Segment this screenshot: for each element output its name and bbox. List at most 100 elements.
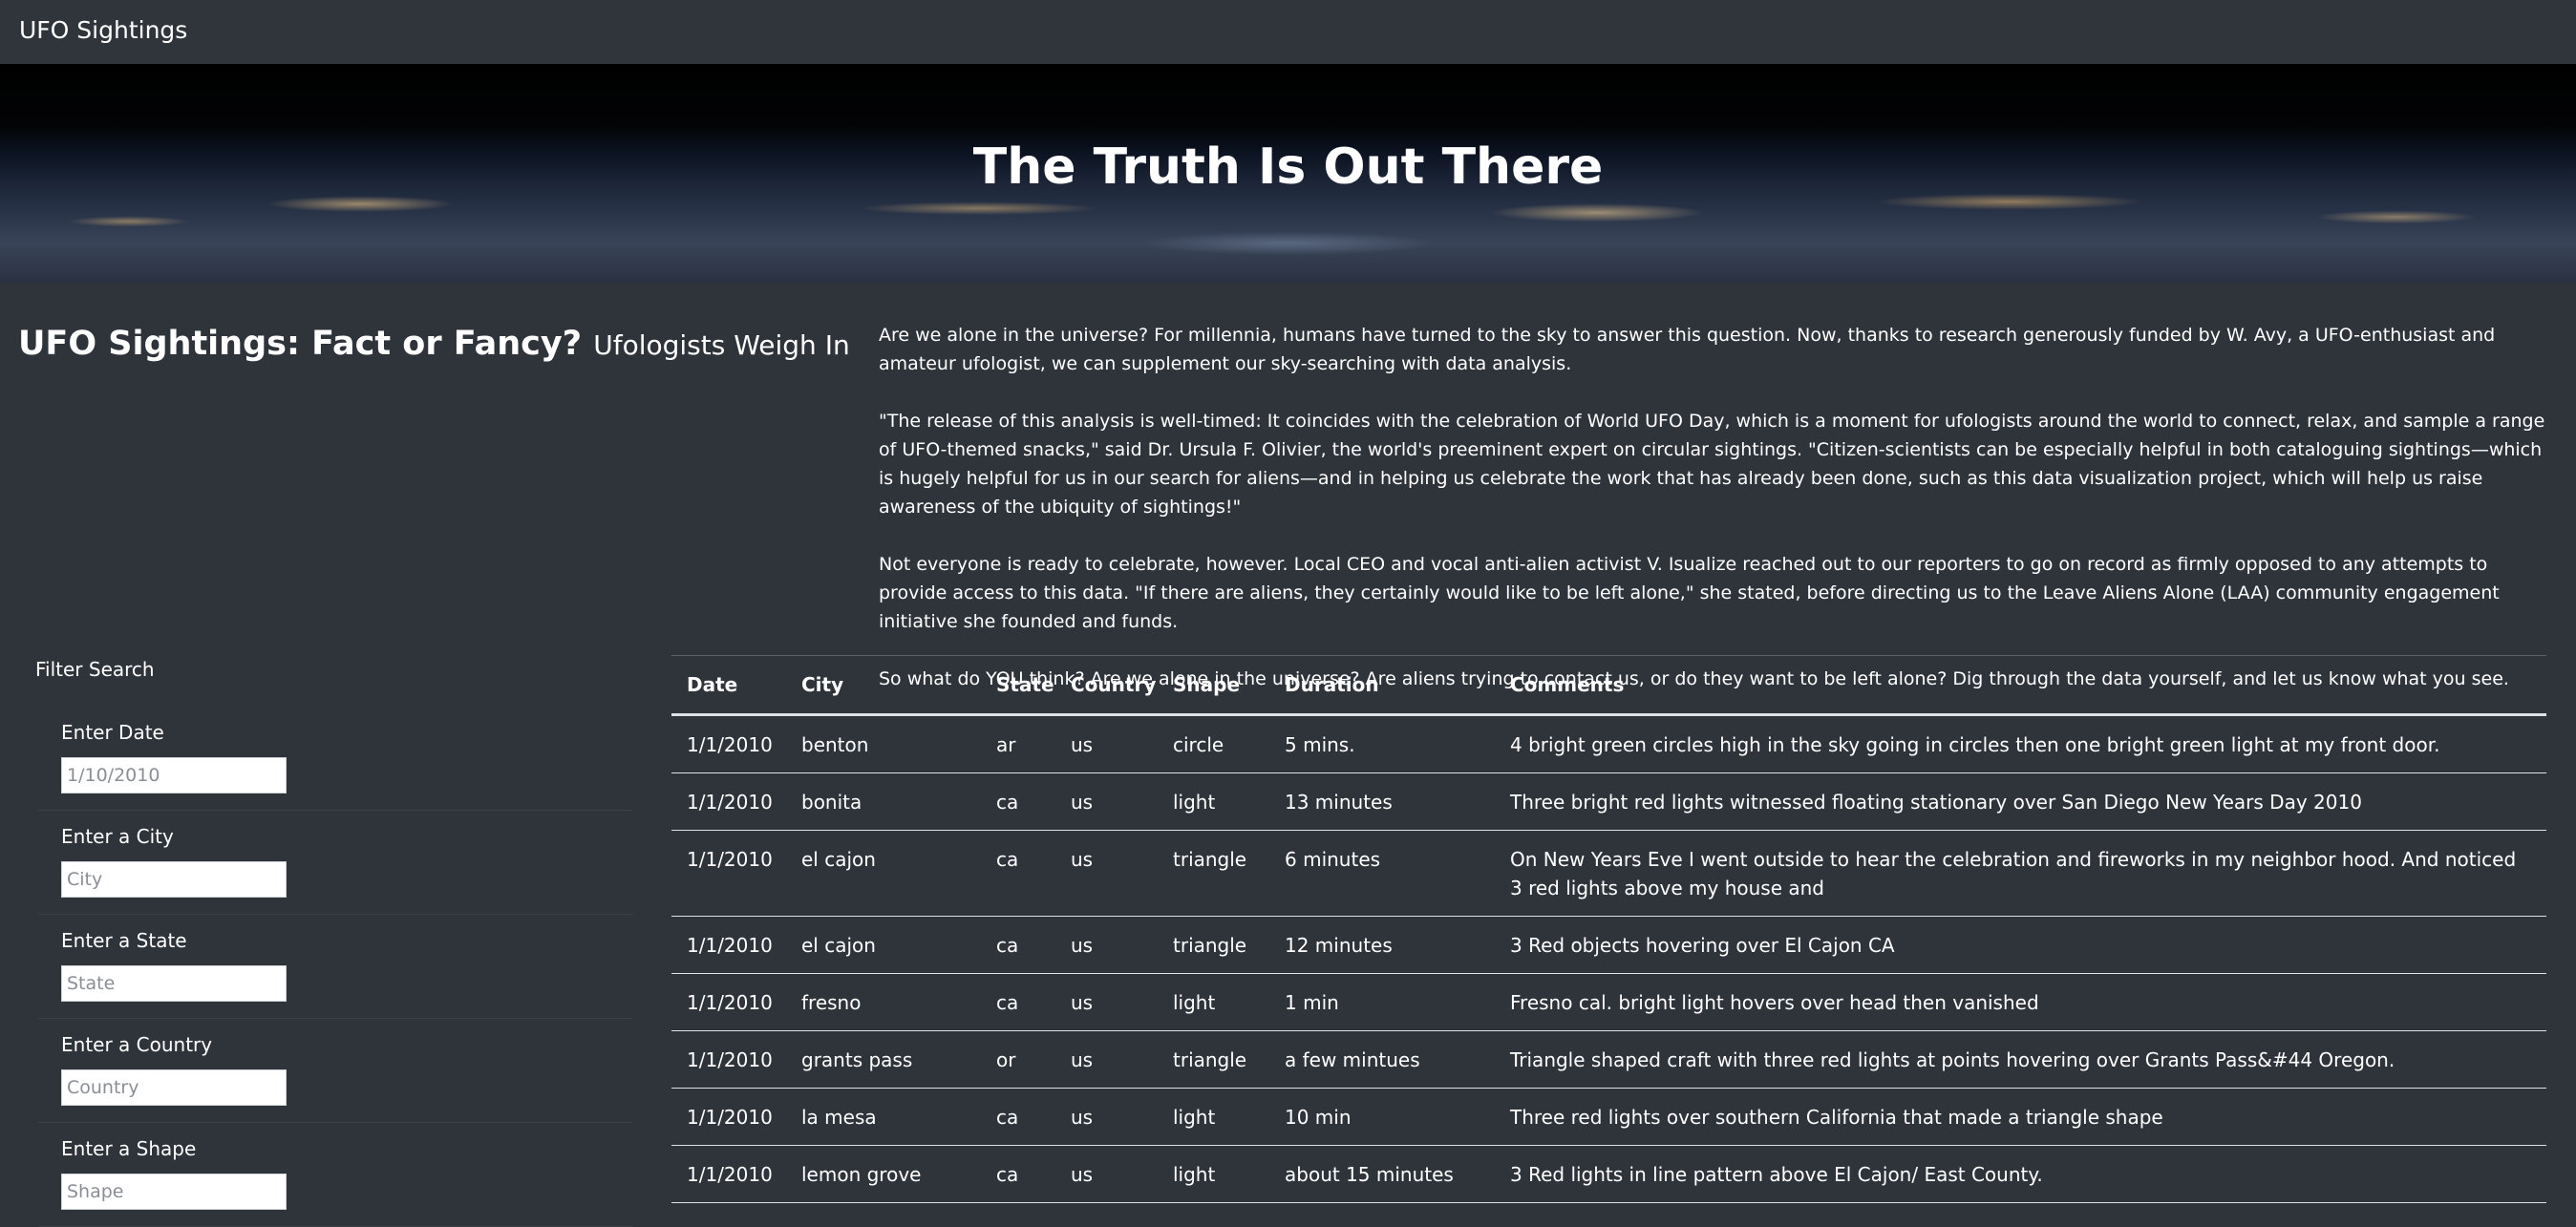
cell-city: benton — [786, 714, 981, 773]
cell-comments: 3 Red objects hovering over El Cajon CA — [1495, 916, 2546, 974]
filter-item-shape: Enter a Shape — [38, 1123, 633, 1227]
cell-country: us — [1055, 1088, 1158, 1146]
cell-state: ca — [981, 1145, 1055, 1203]
city-input[interactable] — [61, 861, 287, 898]
hero-title: The Truth Is Out There — [972, 138, 1604, 196]
column-header-duration: Duration — [1269, 655, 1495, 716]
cell-comments: Three red lights over southern Californi… — [1495, 1088, 2546, 1146]
cell-shape: triangle — [1158, 1030, 1269, 1089]
cell-country: us — [1055, 830, 1158, 917]
cell-duration: 10 min — [1269, 1088, 1495, 1146]
column-header-state: State — [981, 655, 1055, 716]
cell-country: us — [1055, 714, 1158, 773]
column-header-date: Date — [671, 655, 786, 716]
cell-comments: Triangle shaped craft with three red lig… — [1495, 1030, 2546, 1089]
cell-comments: 3 Red lights in line pattern above El Ca… — [1495, 1145, 2546, 1203]
state-input[interactable] — [61, 965, 287, 1002]
navbar: UFO Sightings — [0, 0, 2576, 63]
table-header-row: Date City State Country Shape Duration C… — [671, 655, 2546, 716]
cell-shape: triangle — [1158, 830, 1269, 917]
cell-date: 1/1/2010 — [671, 1030, 786, 1089]
filter-form: Enter Date Enter a City Enter a State En… — [38, 707, 633, 1227]
cell-date: 1/1/2010 — [671, 830, 786, 917]
sightings-table-container: Date City State Country Shape Duration C… — [671, 655, 2546, 1203]
cell-shape: triangle — [1158, 916, 1269, 974]
cell-country: us — [1055, 1030, 1158, 1089]
sightings-table: Date City State Country Shape Duration C… — [671, 655, 2546, 1203]
cell-city: lemon grove — [786, 1145, 981, 1203]
cell-date: 1/1/2010 — [671, 916, 786, 974]
cell-comments: Three bright red lights witnessed floati… — [1495, 772, 2546, 831]
cell-country: us — [1055, 973, 1158, 1031]
cell-duration: 12 minutes — [1269, 916, 1495, 974]
cell-date: 1/1/2010 — [671, 1145, 786, 1203]
cell-duration: a few mintues — [1269, 1030, 1495, 1089]
cell-date: 1/1/2010 — [671, 714, 786, 773]
filter-item-state: Enter a State — [38, 915, 633, 1019]
cell-state: ca — [981, 1088, 1055, 1146]
cell-duration: 13 minutes — [1269, 772, 1495, 831]
cell-city: la mesa — [786, 1088, 981, 1146]
table-row: 1/1/2010 el cajon ca us triangle 6 minut… — [671, 830, 2546, 917]
shape-label: Enter a Shape — [61, 1137, 197, 1160]
cell-city: el cajon — [786, 916, 981, 974]
table-row: 1/1/2010 lemon grove ca us light about 1… — [671, 1145, 2546, 1203]
cell-date: 1/1/2010 — [671, 973, 786, 1031]
cell-shape: light — [1158, 1088, 1269, 1146]
column-header-comments: Comments — [1495, 655, 2546, 716]
filter-item-country: Enter a Country — [38, 1019, 633, 1123]
cell-shape: light — [1158, 973, 1269, 1031]
cell-shape: light — [1158, 772, 1269, 831]
filter-item-date: Enter Date — [38, 707, 633, 811]
table-row: 1/1/2010 fresno ca us light 1 min Fresno… — [671, 973, 2546, 1031]
table-row: 1/1/2010 el cajon ca us triangle 12 minu… — [671, 916, 2546, 974]
cell-shape: light — [1158, 1145, 1269, 1203]
cell-country: us — [1055, 916, 1158, 974]
brand-link[interactable]: UFO Sightings — [19, 16, 187, 44]
article-paragraph: Not everyone is ready to celebrate, howe… — [879, 554, 2500, 632]
cell-state: ca — [981, 973, 1055, 1031]
cell-duration: 6 minutes — [1269, 830, 1495, 917]
cell-date: 1/1/2010 — [671, 1088, 786, 1146]
state-label: Enter a State — [61, 929, 187, 952]
cell-country: us — [1055, 772, 1158, 831]
cell-state: ar — [981, 714, 1055, 773]
hero-banner: The Truth Is Out There — [0, 64, 2576, 283]
city-label: Enter a City — [61, 825, 174, 848]
table-row: 1/1/2010 grants pass or us triangle a fe… — [671, 1030, 2546, 1089]
filter-item-city: Enter a City — [38, 811, 633, 915]
date-input[interactable] — [61, 757, 287, 793]
page-heading-sub: Ufologists Weigh In — [593, 329, 850, 361]
cell-city: grants pass — [786, 1030, 981, 1089]
article-paragraph: Are we alone in the universe? For millen… — [879, 325, 2496, 374]
country-input[interactable] — [61, 1069, 287, 1106]
table-row: 1/1/2010 bonita ca us light 13 minutes T… — [671, 772, 2546, 831]
cell-comments: Fresno cal. bright light hovers over hea… — [1495, 973, 2546, 1031]
cell-duration: 1 min — [1269, 973, 1495, 1031]
cell-country: us — [1055, 1145, 1158, 1203]
cell-city: el cajon — [786, 830, 981, 917]
cell-state: ca — [981, 772, 1055, 831]
cell-duration: 5 mins. — [1269, 714, 1495, 773]
cell-comments: On New Years Eve I went outside to hear … — [1495, 830, 2546, 917]
cell-city: bonita — [786, 772, 981, 831]
cell-duration: about 15 minutes — [1269, 1145, 1495, 1203]
cell-comments: 4 bright green circles high in the sky g… — [1495, 714, 2546, 773]
shape-input[interactable] — [61, 1174, 287, 1210]
column-header-country: Country — [1055, 655, 1158, 716]
column-header-shape: Shape — [1158, 655, 1269, 716]
cell-state: ca — [981, 830, 1055, 917]
column-header-city: City — [786, 655, 981, 716]
country-label: Enter a Country — [61, 1033, 213, 1056]
date-label: Enter Date — [61, 721, 164, 744]
filter-search-title: Filter Search — [35, 658, 155, 681]
cell-date: 1/1/2010 — [671, 772, 786, 831]
cell-shape: circle — [1158, 714, 1269, 773]
cell-city: fresno — [786, 973, 981, 1031]
page-heading: UFO Sightings: Fact or Fancy? Ufologists… — [18, 325, 850, 363]
page-heading-main: UFO Sightings: Fact or Fancy? — [18, 325, 583, 363]
table-row: 1/1/2010 la mesa ca us light 10 min Thre… — [671, 1088, 2546, 1146]
cell-state: ca — [981, 916, 1055, 974]
cell-state: or — [981, 1030, 1055, 1089]
table-row: 1/1/2010 benton ar us circle 5 mins. 4 b… — [671, 714, 2546, 773]
